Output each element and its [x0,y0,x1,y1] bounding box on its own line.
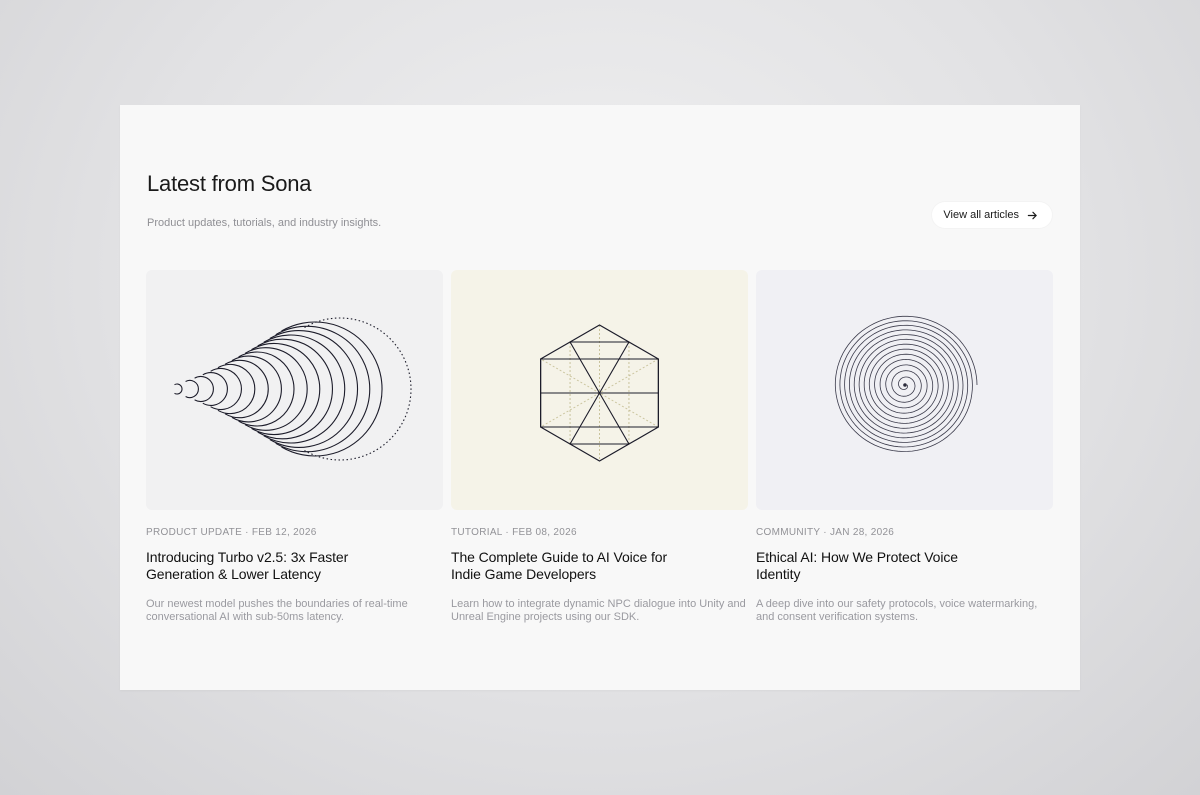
blog-section: Latest from Sona Product updates, tutori… [120,105,1080,690]
article-card[interactable]: TUTORIAL · FEB 08, 2026 The Complete Gui… [451,270,748,624]
article-category-date: PRODUCT UPDATE · FEB 12, 2026 [146,527,317,538]
hexagon-grid-illustration [539,324,659,462]
article-description: Learn how to integrate dynamic NPC dialo… [451,598,746,623]
article-category-date: COMMUNITY · JAN 28, 2026 [756,527,895,538]
article-description: Our newest model pushes the boundaries o… [146,598,408,623]
view-all-articles-button[interactable]: View all articles [932,202,1052,228]
view-all-articles-label: View all articles [943,209,1019,221]
article-description: A deep dive into our safety protocols, v… [756,598,1038,623]
section-heading: Latest from Sona [147,171,312,196]
spiral-illustration [834,315,978,452]
article-title[interactable]: Introducing Turbo v2.5: 3x Faster Genera… [146,549,386,583]
arrow-right-icon [1027,211,1037,219]
concentric-arcs-illustration [174,317,412,461]
article-thumbnail[interactable] [451,270,748,510]
article-title[interactable]: The Complete Guide to AI Voice for Indie… [451,549,691,583]
section-subheading: Product updates, tutorials, and industry… [147,217,382,229]
article-thumbnail[interactable] [756,270,1053,510]
article-card[interactable]: COMMUNITY · JAN 28, 2026 Ethical AI: How… [756,270,1053,624]
article-category-date: TUTORIAL · FEB 08, 2026 [451,527,577,538]
article-card[interactable]: PRODUCT UPDATE · FEB 12, 2026 Introducin… [146,270,443,624]
article-thumbnail[interactable] [146,270,443,510]
article-title[interactable]: Ethical AI: How We Protect Voice Identit… [756,549,996,583]
